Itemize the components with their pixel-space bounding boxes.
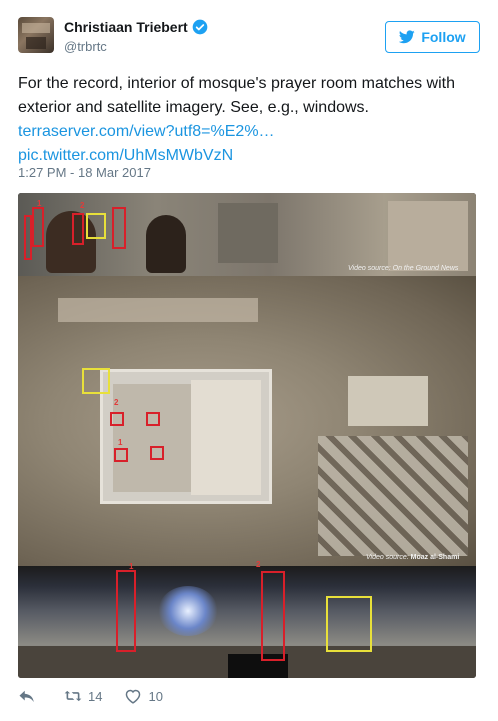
marker-label: 1 [118, 438, 123, 447]
tweet-media-image[interactable]: 1 2 Video source: On the Ground News 2 1… [18, 193, 476, 678]
window-marker [24, 215, 32, 260]
heart-icon [126, 689, 141, 704]
light-glow [158, 586, 218, 636]
window-marker-yellow [82, 368, 110, 394]
twitter-bird-icon [399, 30, 416, 44]
user-handle[interactable]: @trbrtc [64, 39, 107, 54]
tweet-body: For the record, interior of mosque's pra… [18, 72, 480, 168]
follow-button[interactable]: Follow [385, 21, 480, 53]
interior-panorama-panel: 1 2 [18, 560, 476, 678]
window-marker-yellow [86, 213, 106, 239]
caption-name: Moaz al-Shami [410, 554, 460, 561]
tweet-text: For the record, interior of mosque's pra… [18, 75, 455, 116]
tweet-timestamp[interactable]: 1:27 PM - 18 Mar 2017 [18, 165, 151, 180]
retweet-count: 14 [88, 688, 103, 704]
avatar-detail [26, 37, 46, 49]
follow-label: Follow [421, 29, 466, 45]
window-marker [150, 446, 164, 460]
like-count: 10 [148, 688, 163, 704]
video-still-panel: 1 2 Video source: On the Ground News [18, 193, 476, 276]
marker-label: 2 [256, 560, 261, 569]
marker-label: 2 [80, 201, 85, 210]
window-marker [261, 571, 285, 661]
satellite-buildings [318, 436, 468, 556]
verified-badge-icon [192, 19, 208, 35]
video-background [218, 203, 278, 263]
tweet-actions: 14 10 [18, 686, 185, 706]
name-row: Christiaan Triebert [64, 19, 208, 35]
avatar-detail [22, 23, 50, 33]
rooftop-section [113, 384, 191, 492]
window-marker-yellow [326, 596, 372, 652]
retweet-icon [64, 690, 82, 702]
video-source-caption: Video source: Moaz al-Shami [366, 554, 459, 561]
satellite-building [348, 376, 428, 426]
window-marker [146, 412, 160, 426]
rooftop-section [191, 380, 261, 495]
display-name[interactable]: Christiaan Triebert [64, 19, 188, 35]
reply-button[interactable] [18, 688, 42, 704]
window-marker [110, 412, 124, 426]
window-marker [32, 207, 44, 247]
person-figure [146, 215, 186, 273]
tweet-header: Christiaan Triebert @trbrtc Follow [18, 17, 480, 57]
video-source-caption: Video source: On the Ground News [348, 265, 459, 272]
window-marker [112, 207, 126, 249]
avatar[interactable] [18, 17, 54, 53]
mosque-rooftop [100, 369, 272, 504]
like-button[interactable]: 10 [124, 688, 163, 704]
window-marker [72, 213, 84, 245]
marker-label: 1 [37, 199, 42, 208]
window-marker [116, 570, 136, 652]
window-marker [114, 448, 128, 462]
retweet-button[interactable]: 14 [64, 688, 102, 704]
marker-label: 2 [114, 398, 119, 407]
satellite-road [58, 298, 258, 322]
satellite-panel: 2 1 Video source: Moaz al-Shami [18, 276, 476, 566]
reply-icon [19, 690, 34, 702]
caption-prefix: Video source: [366, 554, 409, 561]
rubble-image [388, 201, 468, 271]
terraserver-link[interactable]: terraserver.com/view?utf8=%E2%… [18, 120, 480, 144]
